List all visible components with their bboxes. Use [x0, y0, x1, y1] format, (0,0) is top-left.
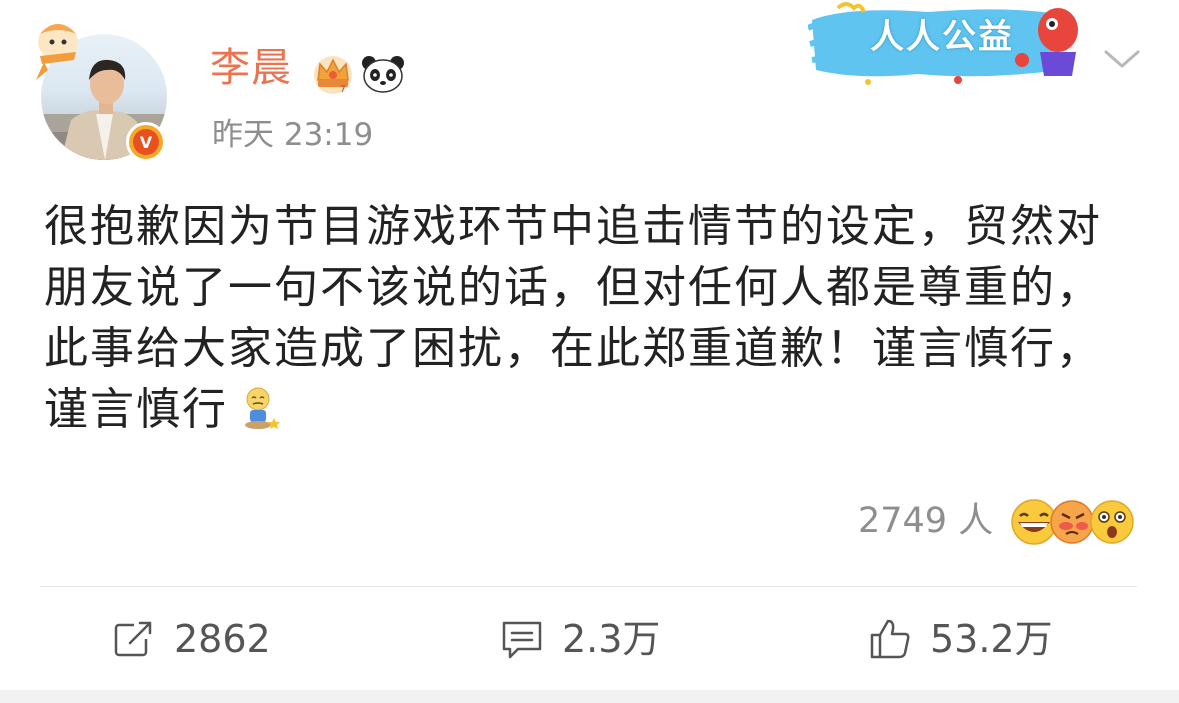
author-avatar-group[interactable]: V	[30, 12, 180, 162]
charity-promo-banner[interactable]: 人人公益	[806, 0, 1093, 92]
panda-icon	[362, 56, 404, 93]
repost-icon	[114, 619, 154, 657]
comment-icon	[502, 621, 542, 659]
bottom-separator	[0, 690, 1179, 703]
repost-button[interactable]: 2862	[112, 614, 271, 664]
divider	[40, 586, 1137, 587]
like-button[interactable]: 53.2万	[868, 614, 1053, 664]
reaction-emojis-icon[interactable]	[1008, 496, 1138, 546]
post-timestamp: 昨天 23:19	[212, 117, 374, 153]
like-count: 53.2万	[930, 617, 1053, 661]
post-text: 很抱歉因为节目游戏环节中追击情节的设定，贸然对朋友说了一句不该说的话，但对任何人…	[44, 201, 1102, 435]
repost-count: 2862	[174, 617, 271, 661]
verified-badge-icon: V	[126, 122, 166, 162]
reaction-count[interactable]: 2749 人	[858, 504, 993, 539]
weibo-post-card: V 李晨 7 昨天 23:19 人人公益 很抱歉因为节目游戏环节中追击情节的设定…	[0, 0, 1179, 703]
comment-count: 2.3万	[562, 617, 661, 661]
crown-icon: 7	[314, 56, 352, 95]
mascot-icon	[36, 24, 78, 80]
comment-button[interactable]: 2.3万	[500, 614, 660, 664]
author-name[interactable]: 李晨	[210, 48, 292, 88]
post-body: 很抱歉因为节目游戏环节中追击情节的设定，贸然对朋友说了一句不该说的话，但对任何人…	[44, 196, 1134, 440]
thumbs-up-icon	[870, 619, 910, 659]
chevron-down-icon[interactable]	[1100, 44, 1144, 74]
svg-text:7: 7	[340, 85, 346, 95]
promo-text: 人人公益	[870, 17, 1014, 57]
sitting-embarrassed-emoji-icon	[245, 387, 280, 429]
